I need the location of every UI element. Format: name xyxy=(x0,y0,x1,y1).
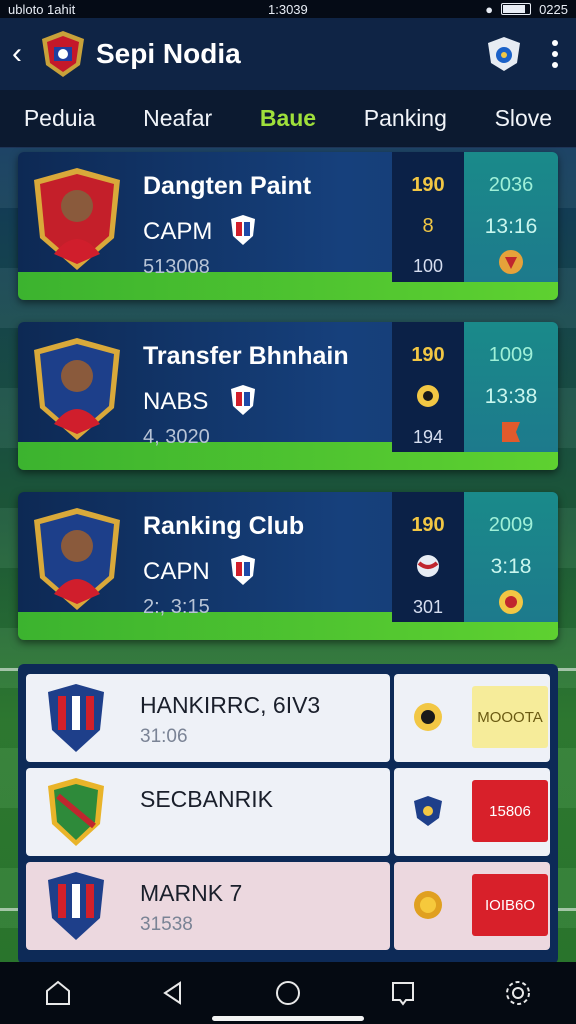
list-item[interactable]: MARNK 7 31538 IOIB6O xyxy=(26,862,550,950)
player-portrait-crest-icon xyxy=(34,338,120,440)
home-indicator[interactable] xyxy=(212,1016,364,1021)
player-date: 2:, 3:15 xyxy=(143,596,210,618)
team-crest-icon xyxy=(231,385,255,415)
medal-icon xyxy=(499,590,523,614)
app-bar: ‹ Sepi Nodia xyxy=(0,18,576,90)
stat-value: 190 xyxy=(411,174,445,196)
flag-badge-icon xyxy=(502,422,520,442)
player-role: CAPM xyxy=(143,218,213,245)
stat-value: 190 xyxy=(411,344,445,366)
rating-value: 2009 xyxy=(488,514,534,536)
club-crest-icon xyxy=(48,684,104,752)
player-date: 4, 3020 xyxy=(143,426,210,448)
rating-value: 1009 xyxy=(488,344,534,366)
tab-peduia[interactable]: Peduia xyxy=(24,105,96,132)
circle-home-icon[interactable] xyxy=(273,978,303,1008)
list-item[interactable]: SECBANRIK 15806 xyxy=(26,768,550,856)
player-name: Ranking Club xyxy=(143,512,305,540)
status-bar: ubloto 1ahit 1:3039 ● 0225 xyxy=(0,0,576,18)
tab-slove[interactable]: Slove xyxy=(495,105,553,132)
bottom-nav xyxy=(0,962,576,1024)
soccer-ball-icon xyxy=(417,385,439,407)
wifi-icon: ● xyxy=(485,1,494,17)
tab-panking[interactable]: Panking xyxy=(364,105,447,132)
club-code: 31538 xyxy=(140,914,193,935)
recent-apps-icon[interactable] xyxy=(388,978,418,1008)
ball-icon xyxy=(417,555,439,577)
stat-value: 100 xyxy=(412,256,444,276)
rating-box: 2009 3:18 xyxy=(464,492,558,622)
rating-value: 2036 xyxy=(488,174,534,196)
list-item[interactable]: HANKIRRC, 6IV3 31:06 MOOOTA xyxy=(26,674,550,762)
player-role: NABS xyxy=(143,388,209,415)
tab-bar: Peduia Neafar Baue Panking Slove xyxy=(0,90,576,148)
status-left-text: ubloto 1ahit xyxy=(8,1,76,17)
stat-value: 8 xyxy=(422,215,434,237)
club-code: 31:06 xyxy=(140,726,188,747)
status-clock: 0225 xyxy=(539,1,568,17)
club-crest-icon xyxy=(48,872,104,940)
battery-icon xyxy=(501,3,532,15)
player-card[interactable]: Dangten Paint CAPM 513008 190 8 100 2036… xyxy=(18,152,558,300)
stat-value: 301 xyxy=(412,597,444,617)
status-time: 1:3039 xyxy=(268,1,308,17)
stat-box: 190 301 xyxy=(392,492,464,622)
player-role: CAPN xyxy=(143,558,210,585)
status-right: ● 0225 xyxy=(485,2,568,17)
back-chevron-icon[interactable]: ‹ xyxy=(12,37,34,71)
club-logo-icon xyxy=(42,31,84,77)
page-title: Sepi Nodia xyxy=(96,38,241,69)
settings-icon[interactable] xyxy=(503,978,533,1008)
club-name: SECBANRIK xyxy=(140,786,273,812)
back-icon[interactable] xyxy=(158,978,188,1008)
club-crest-icon xyxy=(48,778,104,846)
player-name: Dangten Paint xyxy=(143,172,312,200)
rating-box: 1009 13:38 xyxy=(464,322,558,452)
player-date: 513008 xyxy=(143,256,210,278)
club-tag[interactable]: MOOOTA xyxy=(472,686,548,748)
player-card[interactable]: Ranking Club CAPN 2:, 3:15 190 301 2009 … xyxy=(18,492,558,640)
stat-box: 190 194 xyxy=(392,322,464,452)
stat-value: 194 xyxy=(412,427,444,447)
player-name: Transfer Bhnhain xyxy=(143,342,349,370)
stat-box: 190 8 100 xyxy=(392,152,464,282)
team-crest-icon xyxy=(231,555,255,585)
club-tag[interactable]: 15806 xyxy=(472,780,548,842)
club-name: MARNK 7 xyxy=(140,880,243,906)
shield-badge-icon xyxy=(499,250,523,274)
team-crest-icon xyxy=(231,215,255,245)
sun-badge-icon xyxy=(414,891,442,919)
rating-time: 13:38 xyxy=(484,385,538,408)
team-badge-icon[interactable] xyxy=(486,35,522,73)
player-card[interactable]: Transfer Bhnhain NABS 4, 3020 190 194 10… xyxy=(18,322,558,470)
player-portrait-crest-icon xyxy=(34,508,120,610)
tab-baue[interactable]: Baue xyxy=(260,105,316,132)
more-vert-icon[interactable] xyxy=(552,40,558,68)
medal-icon xyxy=(414,703,442,731)
rating-box: 2036 13:16 xyxy=(464,152,558,282)
shield-icon xyxy=(414,796,442,826)
club-name: HANKIRRC, 6IV3 xyxy=(140,692,321,718)
rating-time: 13:16 xyxy=(484,215,538,238)
club-tag[interactable]: IOIB6O xyxy=(472,874,548,936)
home-icon[interactable] xyxy=(43,978,73,1008)
tab-neafar[interactable]: Neafar xyxy=(143,105,212,132)
club-list: HANKIRRC, 6IV3 31:06 MOOOTA SECBANRIK 15… xyxy=(18,664,558,964)
rating-time: 3:18 xyxy=(490,555,532,578)
stat-value: 190 xyxy=(411,514,445,536)
player-portrait-crest-icon xyxy=(34,168,120,270)
